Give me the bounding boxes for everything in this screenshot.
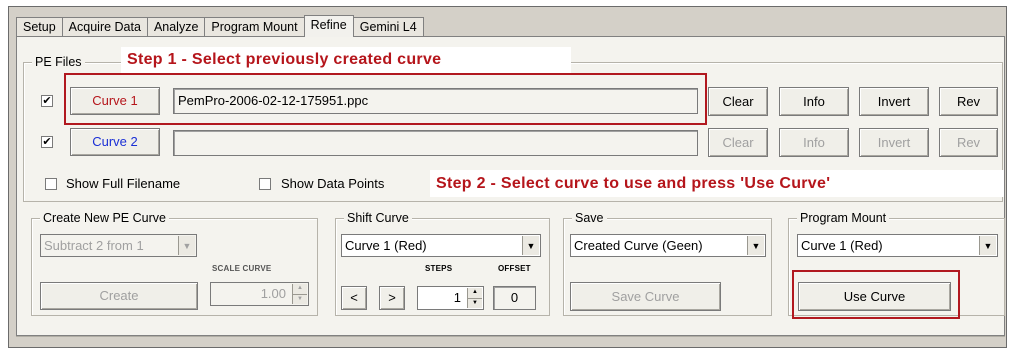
tab-analyze[interactable]: Analyze xyxy=(146,17,206,37)
chevron-down-icon[interactable]: ▼ xyxy=(747,236,764,255)
program-mount-select[interactable]: Curve 1 (Red) ▼ xyxy=(797,234,998,257)
scale-curve-label: SCALE CURVE xyxy=(212,264,272,273)
curve2-rev-button[interactable]: Rev xyxy=(939,128,998,157)
shift-curve-legend: Shift Curve xyxy=(344,210,412,226)
offset-label: OFFSET xyxy=(498,264,531,273)
curve1-checkbox[interactable]: ✔ xyxy=(41,95,53,107)
program-mount-value: Curve 1 (Red) xyxy=(801,238,883,253)
tab-bar: Setup Acquire Data Analyze Program Mount… xyxy=(16,15,424,37)
curve2-checkbox[interactable]: ✔ xyxy=(41,136,53,148)
curve2-invert-button[interactable]: Invert xyxy=(859,128,929,157)
curve1-clear-button[interactable]: Clear xyxy=(708,87,768,116)
show-full-filename-checkbox[interactable] xyxy=(45,178,57,190)
steps-value: 1 xyxy=(453,290,461,305)
create-operation-select[interactable]: Subtract 2 from 1 ▼ xyxy=(40,234,197,257)
status-area xyxy=(16,336,1005,350)
save-legend: Save xyxy=(572,210,607,226)
save-curve-button[interactable]: Save Curve xyxy=(570,282,721,311)
step1-highlight-box xyxy=(64,73,707,125)
curve1-rev-button[interactable]: Rev xyxy=(939,87,998,116)
show-data-points-checkbox[interactable] xyxy=(259,178,271,190)
steps-label: STEPS xyxy=(425,264,453,273)
spin-up-icon[interactable]: ▲ xyxy=(292,284,307,294)
spin-up-icon[interactable]: ▲ xyxy=(467,288,482,298)
step2-annotation: Step 2 - Select curve to use and press '… xyxy=(430,170,1004,197)
pe-files-legend: PE Files xyxy=(32,54,85,70)
spin-down-icon[interactable]: ▼ xyxy=(467,297,482,308)
curve2-info-button[interactable]: Info xyxy=(779,128,849,157)
create-operation-value: Subtract 2 from 1 xyxy=(44,238,144,253)
tab-acquire-data[interactable]: Acquire Data xyxy=(61,17,148,37)
create-button[interactable]: Create xyxy=(40,282,198,310)
curve2-clear-button[interactable]: Clear xyxy=(708,128,768,157)
show-data-points-label: Show Data Points xyxy=(281,176,385,191)
create-new-legend: Create New PE Curve xyxy=(40,210,169,226)
save-curve-value: Created Curve (Geen) xyxy=(574,238,703,253)
curve2-filename-field[interactable] xyxy=(173,130,698,156)
scale-curve-value: 1.00 xyxy=(260,286,286,301)
curve1-invert-button[interactable]: Invert xyxy=(859,87,929,116)
shift-curve-value: Curve 1 (Red) xyxy=(345,238,427,253)
curve1-info-button[interactable]: Info xyxy=(779,87,849,116)
shift-curve-select[interactable]: Curve 1 (Red) ▼ xyxy=(341,234,541,257)
scale-curve-spinner[interactable]: 1.00 ▲ ▼ xyxy=(210,282,309,306)
tab-program-mount[interactable]: Program Mount xyxy=(204,17,305,37)
tab-refine[interactable]: Refine xyxy=(303,15,354,37)
offset-field: 0 xyxy=(493,286,536,310)
steps-spinner[interactable]: 1 ▲ ▼ xyxy=(417,286,484,310)
shift-left-button[interactable]: < xyxy=(341,286,367,310)
chevron-down-icon[interactable]: ▼ xyxy=(979,236,996,255)
curve2-button[interactable]: Curve 2 xyxy=(70,128,160,156)
chevron-down-icon[interactable]: ▼ xyxy=(178,236,195,255)
step1-annotation: Step 1 - Select previously created curve xyxy=(121,47,571,73)
chevron-down-icon[interactable]: ▼ xyxy=(522,236,539,255)
tab-gemini-l4[interactable]: Gemini L4 xyxy=(352,17,424,37)
show-full-filename-label: Show Full Filename xyxy=(66,176,181,191)
spin-down-icon[interactable]: ▼ xyxy=(292,293,307,304)
program-mount-legend: Program Mount xyxy=(797,210,890,226)
tab-setup[interactable]: Setup xyxy=(16,17,63,37)
shift-right-button[interactable]: > xyxy=(379,286,405,310)
step2-highlight-box xyxy=(792,270,960,319)
save-curve-select[interactable]: Created Curve (Geen) ▼ xyxy=(570,234,766,257)
